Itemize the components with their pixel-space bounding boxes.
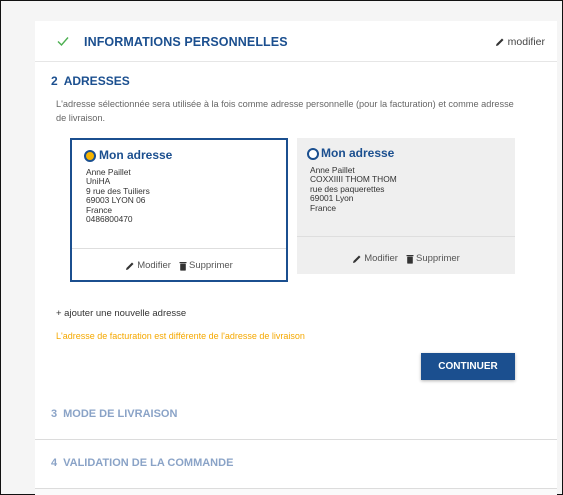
step-title-text: VALIDATION DE LA COMMANDE: [63, 457, 234, 469]
step-title-text: ADRESSES: [63, 74, 130, 88]
step-order-validation[interactable]: 4 VALIDATION DE LA COMMANDE: [35, 440, 557, 489]
modify-label: Modifier: [364, 253, 398, 264]
card-divider: [297, 236, 515, 237]
address-line: 0486800470: [86, 214, 133, 225]
add-address-link[interactable]: + ajouter une nouvelle adresse: [56, 308, 186, 319]
address-card-title: Mon adresse: [321, 146, 395, 160]
trash-icon: [179, 261, 187, 271]
billing-warning: L'adresse de facturation est différente …: [56, 331, 305, 341]
delete-label: Supprimer: [415, 253, 460, 264]
step-personal-info-title: INFORMATIONS PERSONNELLES: [84, 35, 288, 49]
radio-selected[interactable]: [84, 150, 96, 162]
checkout-frame: INFORMATIONS PERSONNELLES modifier 2 ADRE…: [0, 0, 563, 495]
modify-address-button[interactable]: Modifier: [352, 253, 398, 264]
step-number: 4: [51, 457, 58, 469]
step-addresses: 2 ADRESSES L'adresse sélectionnée sera ut…: [35, 62, 557, 410]
step-number: 3: [51, 408, 58, 420]
delete-address-button[interactable]: Supprimer: [179, 260, 233, 271]
card-actions: Modifier Supprimer: [72, 260, 286, 271]
step-delivery-mode[interactable]: 3 MODE DE LIVRAISON: [35, 391, 557, 440]
edit-personal-info-link[interactable]: modifier: [495, 36, 545, 48]
address-lines: Anne Paillet COXXIIII THOM THOM rue des …: [310, 165, 397, 213]
pencil-icon: [352, 254, 362, 264]
pencil-icon: [125, 261, 135, 271]
address-line: France: [310, 202, 337, 213]
delete-label: Supprimer: [188, 260, 233, 271]
radio-unselected[interactable]: [307, 148, 319, 160]
checkout-panel: INFORMATIONS PERSONNELLES modifier 2 ADRE…: [35, 21, 557, 495]
card-actions: Modifier Supprimer: [297, 253, 515, 264]
edit-label: modifier: [507, 36, 545, 48]
trash-icon: [406, 254, 414, 264]
address-card-title: Mon adresse: [99, 148, 173, 162]
modify-address-button[interactable]: Modifier: [125, 260, 171, 271]
step-title-text: MODE DE LIVRAISON: [63, 408, 178, 420]
address-card-selected[interactable]: Mon adresse Anne Paillet UniHA 9 rue des…: [70, 138, 288, 282]
step-addresses-title: 2 ADRESSES: [51, 74, 130, 88]
pencil-icon: [495, 37, 505, 47]
check-icon: [56, 34, 70, 48]
address-card-other[interactable]: Mon adresse Anne Paillet COXXIIII THOM T…: [297, 138, 515, 274]
step-order-validation-title: 4 VALIDATION DE LA COMMANDE: [51, 457, 233, 469]
step-personal-info: INFORMATIONS PERSONNELLES modifier: [35, 21, 557, 62]
step-number: 2: [51, 74, 58, 88]
card-divider: [72, 248, 286, 249]
addresses-description: L'adresse sélectionnée sera utilisée à l…: [56, 99, 514, 123]
step-delivery-mode-title: 3 MODE DE LIVRAISON: [51, 408, 177, 420]
delete-address-button[interactable]: Supprimer: [406, 253, 460, 264]
address-lines: Anne Paillet UniHA 9 rue des Tuiliers 69…: [86, 167, 150, 225]
continue-button[interactable]: CONTINUER: [421, 353, 515, 380]
modify-label: Modifier: [137, 260, 171, 271]
